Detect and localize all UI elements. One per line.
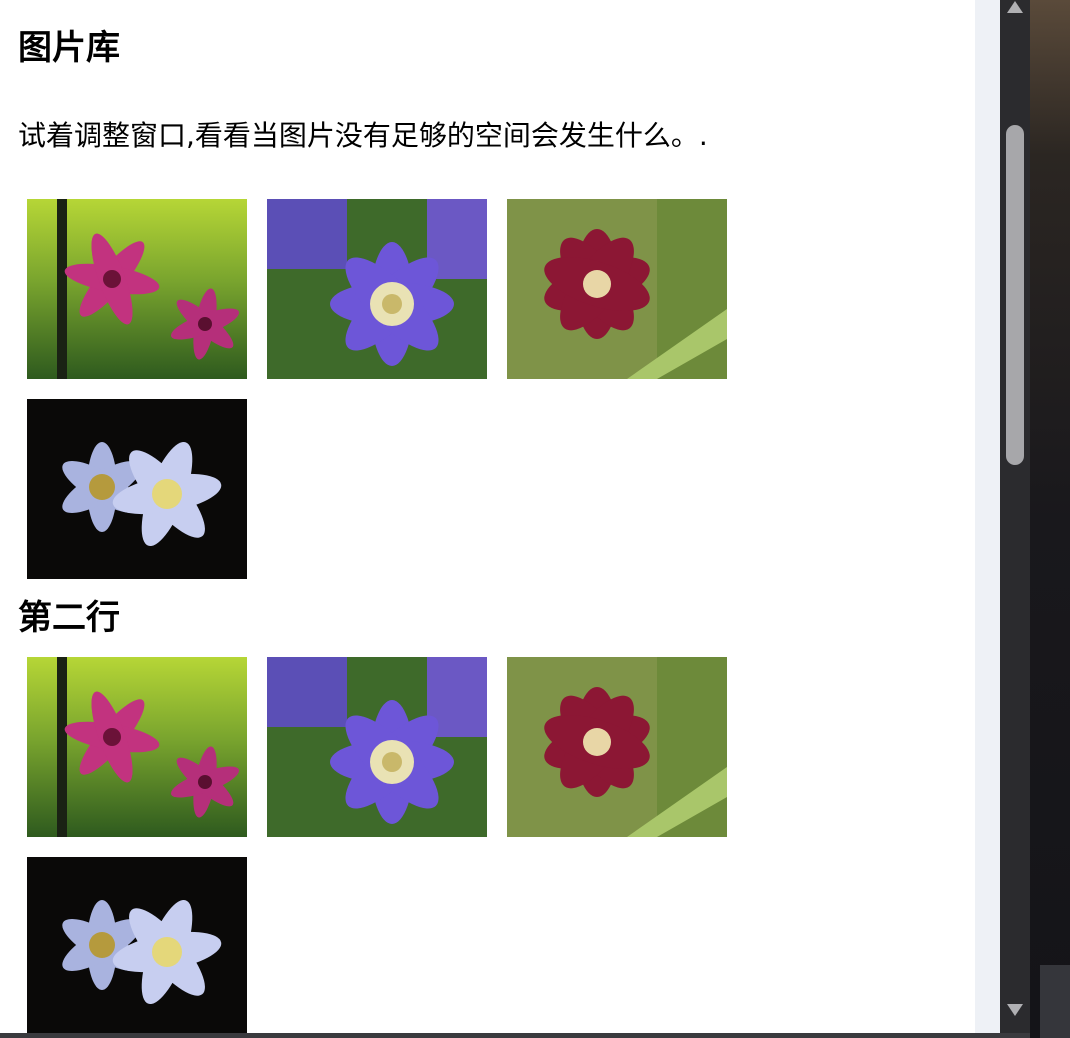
section-title-row2: 第二行	[18, 598, 120, 638]
gallery-image-purple	[267, 657, 487, 837]
page-gutter	[975, 0, 1000, 1033]
window-bottom-border	[0, 1033, 1030, 1038]
gallery-image-red	[507, 657, 727, 837]
gallery-image-pink	[27, 199, 247, 379]
page-title: 图片库	[18, 28, 120, 68]
desktop-panel	[1040, 965, 1070, 1038]
page-viewport: 图片库 试着调整窗口,看看当图片没有足够的空间会发生什么。. 第二行	[0, 0, 975, 1033]
gallery-image-red	[507, 199, 727, 379]
gallery-image-lavender	[27, 399, 247, 579]
triangle-down-icon[interactable]	[1005, 1000, 1025, 1020]
gallery-image-pink	[27, 657, 247, 837]
scrollbar-thumb[interactable]	[1006, 125, 1024, 465]
page-description: 试着调整窗口,看看当图片没有足够的空间会发生什么。.	[18, 119, 708, 152]
desktop-edge	[1030, 0, 1070, 1038]
gallery-image-purple	[267, 199, 487, 379]
triangle-up-icon[interactable]	[1005, 0, 1025, 18]
gallery-image-lavender	[27, 857, 247, 1033]
